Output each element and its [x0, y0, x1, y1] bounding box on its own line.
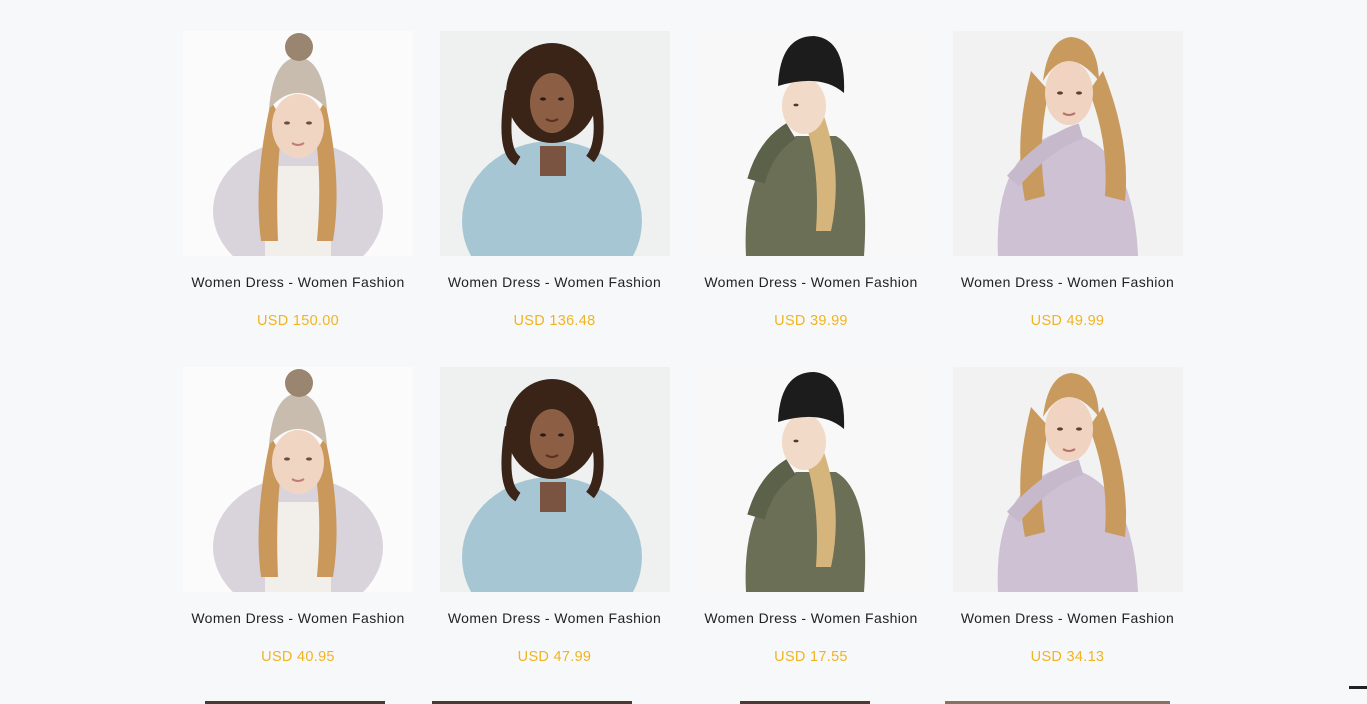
product-image[interactable] — [696, 367, 926, 592]
product-image[interactable] — [952, 31, 1183, 256]
product-title[interactable]: Women Dress - Women Fashion — [183, 274, 413, 290]
product-card[interactable]: Women Dress - Women Fashion USD 136.48 — [439, 31, 670, 367]
product-price: USD 49.99 — [1030, 313, 1105, 329]
woman-black-beanie-photo — [696, 31, 926, 256]
product-price: USD 40.95 — [261, 649, 335, 665]
product-title[interactable]: Women Dress - Women Fashion — [953, 274, 1183, 290]
product-price: USD 34.13 — [1030, 649, 1105, 665]
woman-pom-hat-photo — [183, 367, 413, 592]
product-image[interactable] — [952, 367, 1183, 592]
product-image[interactable] — [183, 31, 413, 256]
product-card[interactable]: Women Dress - Women Fashion USD 39.99 — [696, 31, 926, 367]
woman-curly-hair-photo — [439, 367, 670, 592]
product-card[interactable]: Women Dress - Women Fashion USD 34.13 — [952, 367, 1183, 703]
woman-blonde-photo — [952, 31, 1183, 256]
product-image[interactable] — [439, 367, 670, 592]
product-listing-page: Women Dress - Women Fashion USD 150.00 W… — [0, 0, 1367, 704]
woman-blonde-photo — [952, 367, 1183, 592]
product-title[interactable]: Women Dress - Women Fashion — [440, 274, 670, 290]
product-title[interactable]: Women Dress - Women Fashion — [183, 610, 413, 626]
product-price: USD 136.48 — [513, 313, 596, 329]
product-title[interactable]: Women Dress - Women Fashion — [953, 610, 1183, 626]
woman-black-beanie-photo — [696, 367, 926, 592]
product-image[interactable] — [439, 31, 670, 256]
product-grid: Women Dress - Women Fashion USD 150.00 W… — [183, 31, 1183, 703]
product-image[interactable] — [696, 31, 926, 256]
product-title[interactable]: Women Dress - Women Fashion — [440, 610, 670, 626]
product-card[interactable]: Women Dress - Women Fashion USD 47.99 — [439, 367, 670, 703]
product-title[interactable]: Women Dress - Women Fashion — [696, 274, 926, 290]
product-price: USD 150.00 — [257, 313, 339, 329]
product-card[interactable]: Women Dress - Women Fashion USD 150.00 — [183, 31, 413, 367]
next-row-images-peek — [0, 699, 1367, 704]
product-price: USD 47.99 — [517, 649, 592, 665]
product-price: USD 39.99 — [774, 313, 848, 329]
product-image[interactable] — [183, 367, 413, 592]
scroll-edge-indicator — [1349, 686, 1367, 689]
product-title[interactable]: Women Dress - Women Fashion — [696, 610, 926, 626]
product-card[interactable]: Women Dress - Women Fashion USD 17.55 — [696, 367, 926, 703]
woman-curly-hair-photo — [439, 31, 670, 256]
product-price: USD 17.55 — [774, 649, 848, 665]
product-card[interactable]: Women Dress - Women Fashion USD 40.95 — [183, 367, 413, 703]
woman-pom-hat-photo — [183, 31, 413, 256]
product-card[interactable]: Women Dress - Women Fashion USD 49.99 — [952, 31, 1183, 367]
